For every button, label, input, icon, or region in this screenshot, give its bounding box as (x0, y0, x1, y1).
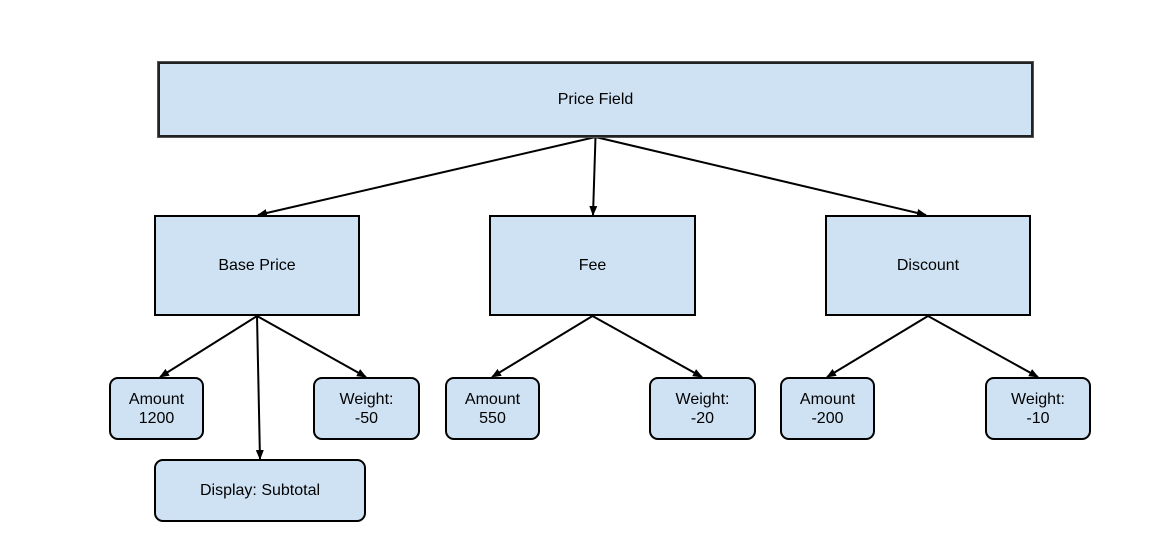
node-base-display: Display: Subtotal (154, 459, 366, 522)
node-fee: Fee (489, 215, 696, 316)
edge-base-price-to-base-weight (256, 315, 367, 378)
edge-fee-to-fee-weight (592, 315, 703, 378)
edge-base-price-to-base-amount (159, 315, 258, 378)
node-fee-weight: Weight: -20 (649, 377, 756, 440)
node-base-price: Base Price (154, 215, 360, 316)
edge-price-field-to-fee (589, 136, 598, 216)
edge-discount-to-discount-amount (826, 315, 929, 378)
edge-discount-to-discount-weight (927, 315, 1039, 378)
node-base-amount: Amount 1200 (109, 377, 204, 440)
node-base-weight: Weight: -50 (313, 377, 420, 440)
edge-price-field-to-discount (595, 136, 927, 217)
edge-price-field-to-base-price (257, 136, 596, 217)
node-discount: Discount (825, 215, 1031, 316)
edge-fee-to-fee-amount (491, 315, 594, 378)
edge-base-price-to-base-display (255, 315, 264, 460)
node-discount-weight: Weight: -10 (985, 377, 1091, 440)
node-fee-amount: Amount 550 (445, 377, 540, 440)
node-discount-amount: Amount -200 (780, 377, 875, 440)
node-price-field: Price Field (158, 62, 1033, 137)
